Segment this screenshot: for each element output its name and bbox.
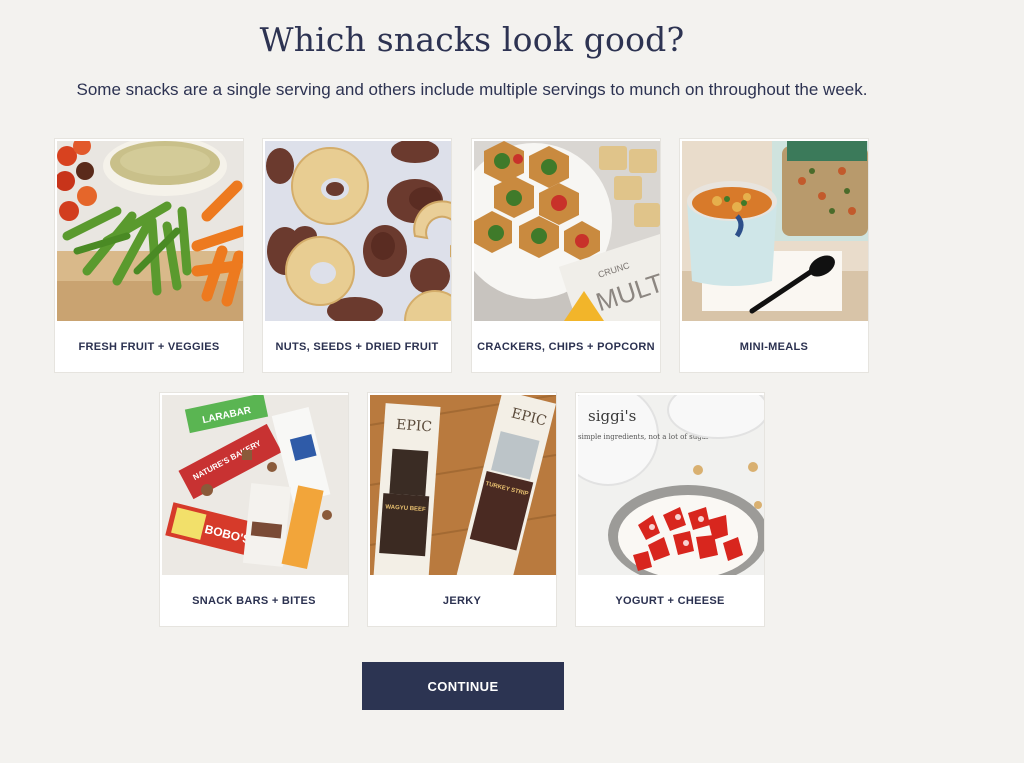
jerky-photo: EPIC WAGYU BEEF EPIC TURKEY STRIP: [370, 395, 556, 575]
veggie-tray-photo: [57, 141, 243, 321]
category-card-fresh-fruit-veggies[interactable]: FRESH FRUIT + VEGGIES: [54, 138, 244, 373]
continue-button[interactable]: CONTINUE: [362, 662, 564, 710]
category-card-yogurt-cheese[interactable]: siggi's simple ingredients, not a lot of…: [575, 392, 765, 627]
category-label: SNACK BARS + BITES: [192, 594, 316, 607]
category-card-jerky[interactable]: EPIC WAGYU BEEF EPIC TURKEY STRIP JERKY: [367, 392, 557, 627]
soup-cup-photo: [682, 141, 868, 321]
page-subtitle: Some snacks are a single serving and oth…: [76, 80, 868, 99]
jerky-brand-left: EPIC: [396, 417, 433, 435]
category-label: FRESH FRUIT + VEGGIES: [78, 340, 220, 353]
snack-bars-photo: LARABAR NATURE'S BAKERY BOBO'S: [162, 395, 348, 575]
dried-fruit-photo: [265, 141, 451, 321]
yogurt-photo: siggi's simple ingredients, not a lot of…: [578, 395, 764, 575]
category-card-mini-meals[interactable]: MINI-MEALS: [679, 138, 869, 373]
category-label: JERKY: [442, 594, 482, 607]
category-label: YOGURT + CHEESE: [615, 594, 725, 607]
category-card-snack-bars-bites[interactable]: LARABAR NATURE'S BAKERY BOBO'S SNACK BAR…: [159, 392, 349, 627]
crackers-photo: CRUNC MULT: [474, 141, 660, 321]
category-card-crackers-chips-popcorn[interactable]: CRUNC MULT CRACKERS, CHIPS + POPCORN: [471, 138, 661, 373]
category-card-nuts-seeds-dried-fruit[interactable]: NUTS, SEEDS + DRIED FRUIT: [262, 138, 452, 373]
category-label: CRACKERS, CHIPS + POPCORN: [477, 340, 655, 353]
category-label: NUTS, SEEDS + DRIED FRUIT: [275, 340, 439, 353]
siggis-brand-text: siggi's: [588, 407, 636, 425]
category-label: MINI-MEALS: [739, 340, 809, 353]
page-title: Which snacks look good?: [259, 20, 685, 59]
